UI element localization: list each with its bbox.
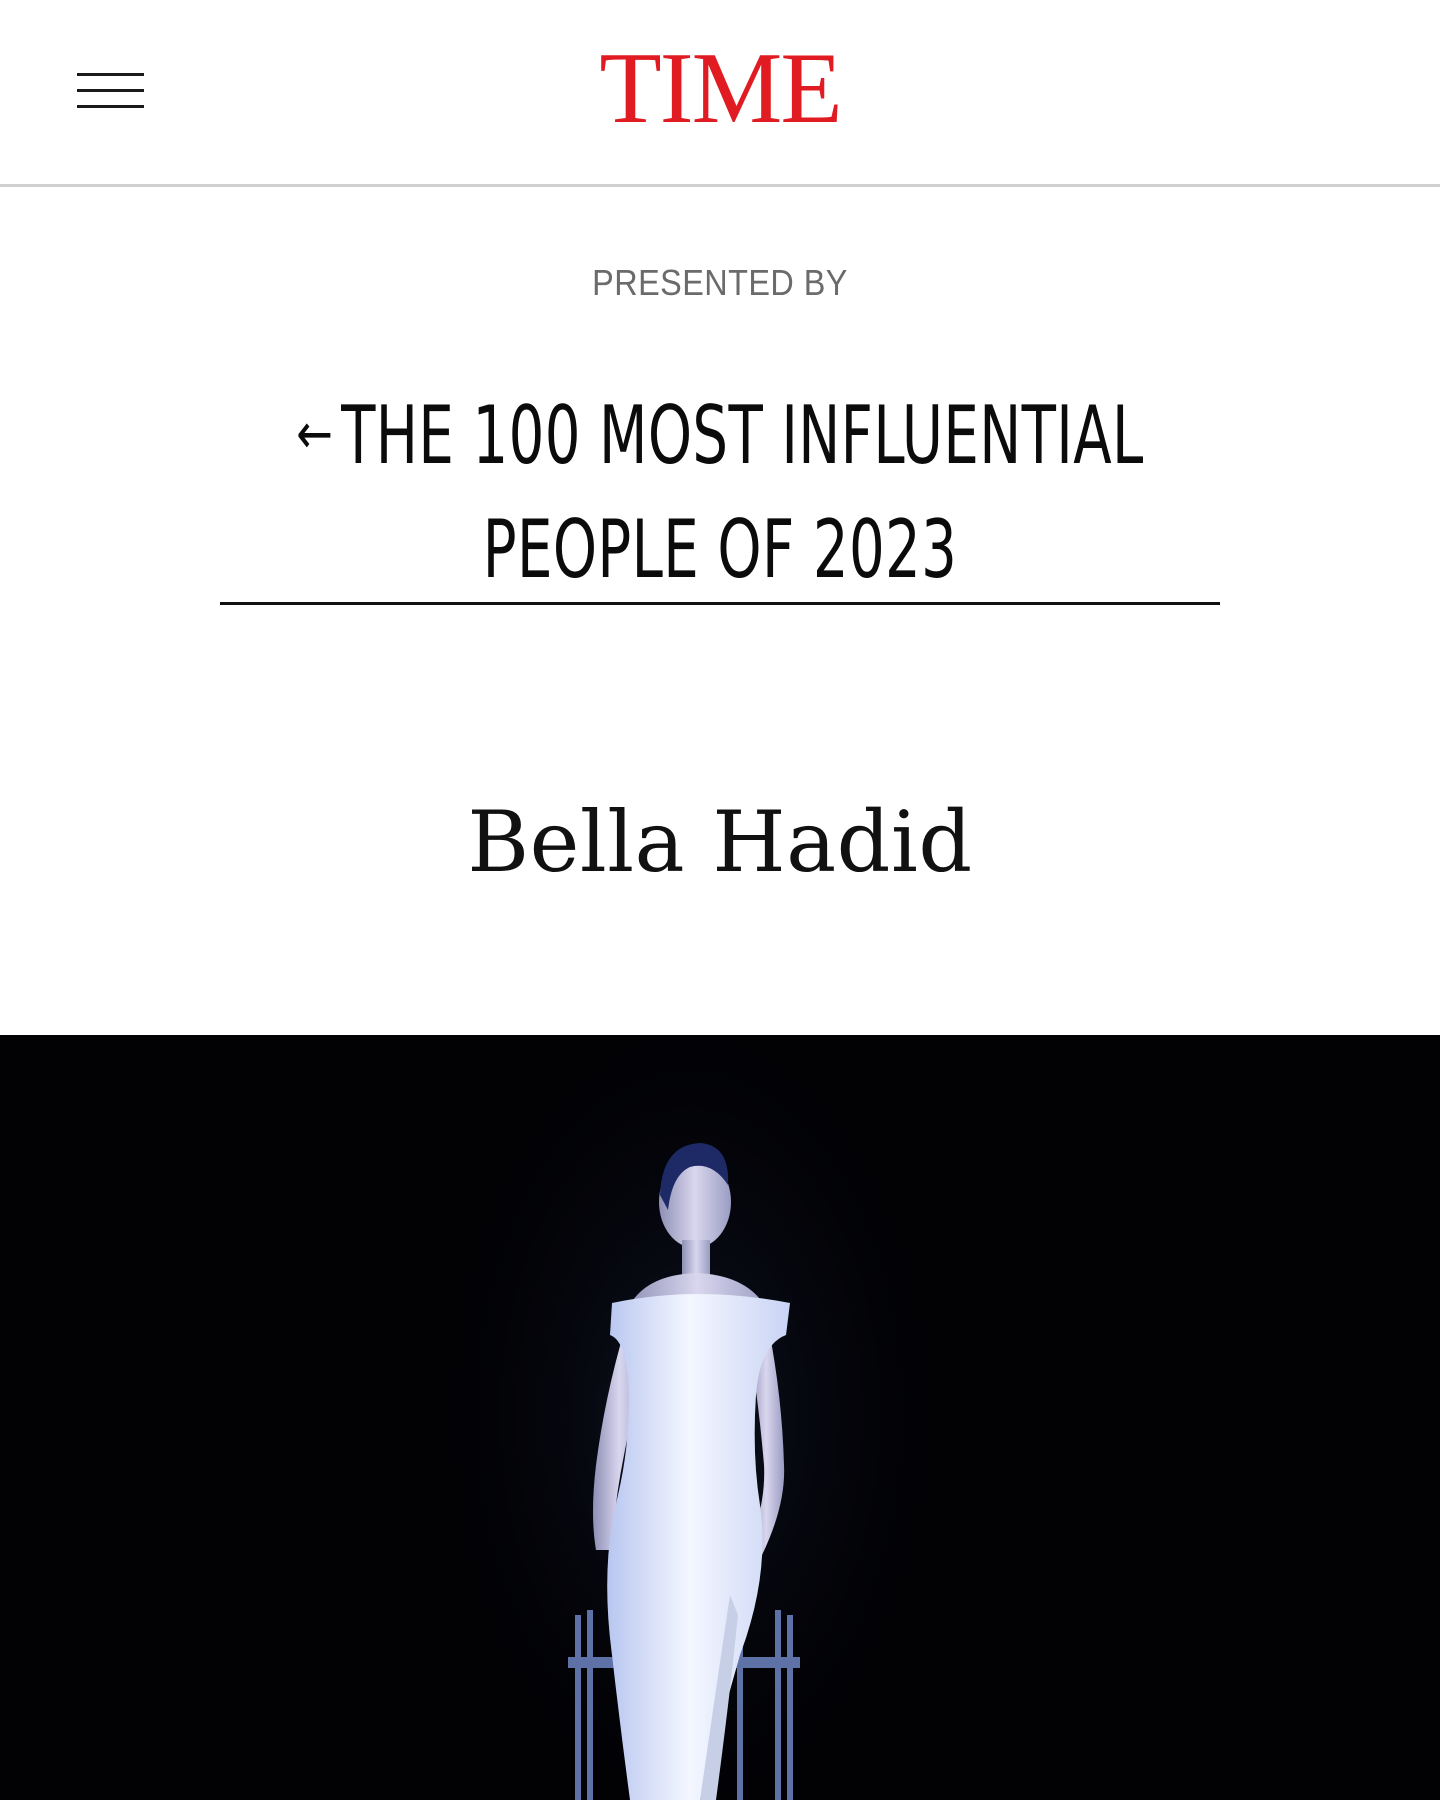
time-logo[interactable]: TIME [0,38,1440,140]
section-title-text-1: THE 100 MOST INFLUENTIAL [341,389,1144,482]
article-page: TIME PRESENTED BY ←THE 100 MOST INFLUENT… [0,0,1440,1800]
person-name: Bella Hadid [467,793,973,891]
section-title-line-1: ←THE 100 MOST INFLUENTIAL [158,378,1281,493]
hero-photo [0,1035,1440,1800]
back-arrow-icon: ← [296,402,334,467]
presented-by-label: PRESENTED BY [592,262,848,303]
runway-photo-illustration [0,1035,1440,1800]
section-divider [220,602,1220,605]
site-header: TIME [0,0,1440,187]
back-to-list-link[interactable]: ←THE 100 MOST INFLUENTIAL PEOPLE OF 2023 [0,378,1440,607]
section-title-text-2: PEOPLE OF 2023 [482,503,958,596]
